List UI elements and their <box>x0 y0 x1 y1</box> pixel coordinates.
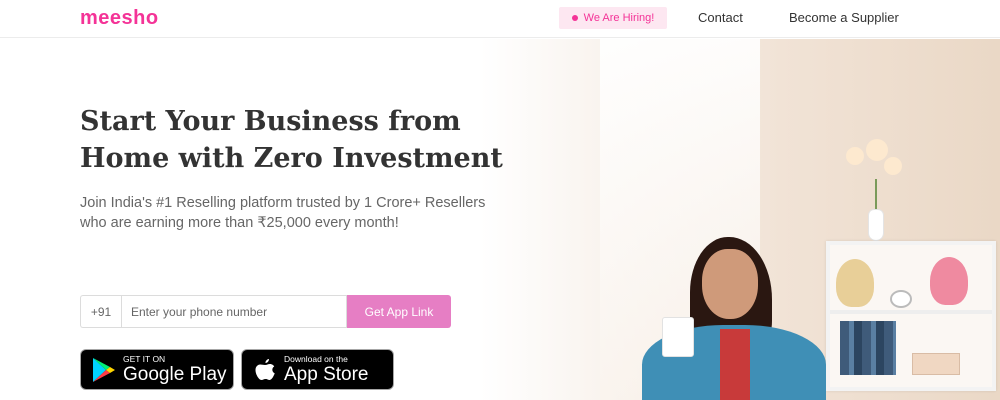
hero-woman-illustration <box>628 237 828 400</box>
google-play-icon <box>91 357 117 383</box>
coffee-mug <box>662 317 694 357</box>
get-app-link-button[interactable]: Get App Link <box>347 295 451 328</box>
dot-icon <box>571 15 578 21</box>
books-decoration <box>840 321 896 375</box>
flower-stem <box>875 179 877 211</box>
flower-decoration <box>866 139 888 161</box>
google-play-text: GET IT ON Google Play <box>123 354 227 385</box>
become-supplier-link[interactable]: Become a Supplier <box>789 10 899 25</box>
teddy-bear-decoration <box>930 257 968 305</box>
headline-line-1: Start Your Business from <box>80 106 461 137</box>
flower-decoration <box>884 157 902 175</box>
hiring-badge[interactable]: We Are Hiring! <box>559 7 667 29</box>
gift-box-decoration <box>912 353 960 375</box>
app-store-big-text: App Store <box>284 364 369 385</box>
app-link-form: +91 Get App Link <box>80 295 451 328</box>
woman-kurta-accent <box>720 329 750 400</box>
hiring-label: We Are Hiring! <box>583 12 655 24</box>
subtext-line-2: who are earning more than ₹25,000 every … <box>80 215 399 231</box>
hero-subtext: Join India's #1 Reselling platform trust… <box>80 193 540 233</box>
headline-line-2: Home with Zero Investment <box>80 143 503 174</box>
country-code: +91 <box>80 295 121 328</box>
hero-headline: Start Your Business from Home with Zero … <box>80 103 560 177</box>
clock-decoration <box>890 290 912 308</box>
bookshelf-illustration <box>826 241 996 391</box>
shelf-divider <box>830 310 992 314</box>
flower-decoration <box>846 147 864 165</box>
woman-face <box>702 249 758 319</box>
top-navbar: meesho We Are Hiring! Contact Become a S… <box>0 0 1000 38</box>
teddy-bear-decoration <box>836 259 874 307</box>
apple-icon <box>252 357 278 383</box>
meesho-logo[interactable]: meesho <box>80 7 159 30</box>
vase-decoration <box>868 209 884 241</box>
app-store-text: Download on the App Store <box>284 354 369 385</box>
google-play-badge[interactable]: GET IT ON Google Play <box>80 349 234 390</box>
google-play-small-text: GET IT ON <box>123 354 166 364</box>
google-play-big-text: Google Play <box>123 364 227 385</box>
app-store-badge[interactable]: Download on the App Store <box>241 349 394 390</box>
contact-link[interactable]: Contact <box>698 10 743 25</box>
subtext-line-1: Join India's #1 Reselling platform trust… <box>80 195 486 211</box>
app-store-small-text: Download on the <box>284 354 348 364</box>
phone-number-input[interactable] <box>121 295 347 328</box>
